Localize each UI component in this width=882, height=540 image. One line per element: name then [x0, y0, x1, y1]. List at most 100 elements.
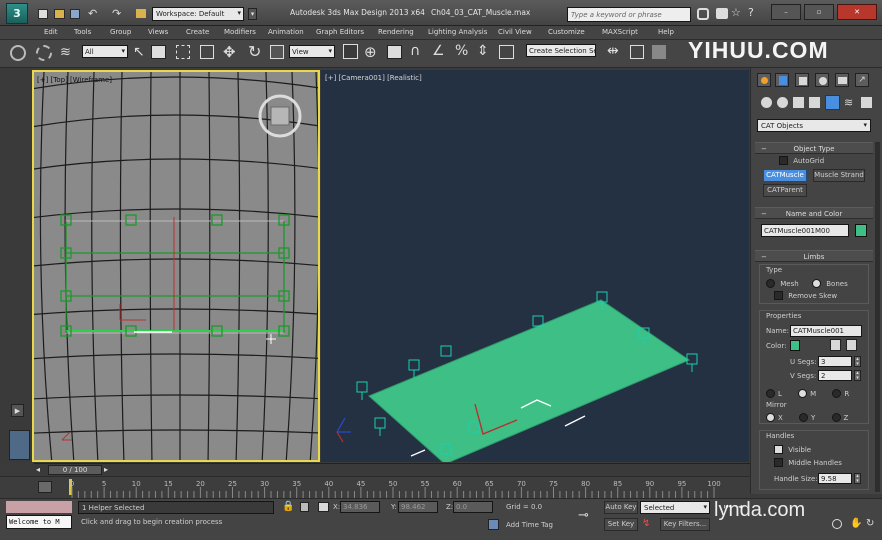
workspace-dropdown[interactable]: Workspace: Default ▾ [152, 7, 244, 21]
limb-name-field[interactable]: CATMuscle001 [790, 325, 862, 337]
project-folder-icon[interactable] [136, 9, 146, 18]
scale-icon[interactable] [270, 45, 284, 59]
set-key-icon[interactable]: ⊸ [578, 508, 589, 523]
previous-frame-icon[interactable]: ◂ [36, 465, 40, 474]
favorites-icon[interactable]: ☆ [731, 6, 741, 19]
bind-space-warp-icon[interactable]: ≋ [60, 45, 71, 60]
snaps-toggle-icon[interactable]: ∩ [410, 43, 420, 59]
camera-viewport[interactable]: [+] [Camera001] [Realistic] [321, 70, 749, 462]
orbit-icon[interactable]: ↻ [866, 518, 874, 529]
spinner-arrows-icon[interactable]: ▴ ▾ [854, 356, 861, 367]
isolate-selection-icon[interactable]: 🔒 [282, 501, 294, 512]
hierarchy-tab-icon[interactable] [795, 73, 809, 87]
remove-skew-checkbox[interactable]: Remove Skew [774, 291, 837, 301]
menu-item-group[interactable]: Group [110, 28, 131, 36]
key-mode-dropdown[interactable]: Selected ▾ [640, 501, 710, 514]
x-coordinate-field[interactable]: 34.836 [340, 501, 380, 513]
object-color-swatch[interactable] [855, 224, 867, 237]
absolute-mode-icon[interactable] [318, 502, 329, 512]
select-by-name-icon[interactable] [151, 45, 166, 59]
mirror-icon[interactable]: ⇹ [607, 43, 619, 59]
mini-curve-editor-icon[interactable] [38, 481, 52, 493]
limbs-rollout-header[interactable]: − Limbs [755, 250, 873, 262]
name-color-rollout-header[interactable]: − Name and Color [755, 207, 873, 219]
menu-item-create[interactable]: Create [186, 28, 209, 36]
motion-tab-icon[interactable] [815, 73, 829, 87]
object-name-field[interactable]: CATMuscle001M00 [761, 224, 849, 237]
reference-coordinate-dropdown[interactable]: View ▾ [289, 45, 335, 58]
display-tab-icon[interactable] [835, 73, 849, 87]
shapes-icon[interactable] [777, 97, 788, 108]
menu-item-edit[interactable]: Edit [44, 28, 58, 36]
geometry-icon[interactable] [761, 97, 772, 108]
time-tag-icon[interactable] [488, 519, 499, 530]
autogrid-checkbox[interactable]: AutoGrid [779, 156, 824, 166]
search-input[interactable]: Type a keyword or phrase [567, 7, 691, 22]
pivot-center-icon[interactable] [343, 44, 358, 59]
key-tangent-icon[interactable]: ↯ [642, 518, 650, 529]
spinner-snap-icon[interactable]: ⇕ [477, 43, 489, 59]
visible-check-box[interactable] [774, 445, 783, 454]
bones-radio[interactable]: Bones [812, 279, 848, 289]
space-warps-icon[interactable]: ≋ [844, 96, 853, 109]
maxscript-listener[interactable]: Welcome to M [6, 515, 72, 529]
menu-item-rendering[interactable]: Rendering [378, 28, 414, 36]
spinner-arrows-icon[interactable]: ▴ ▾ [854, 473, 861, 484]
rectangular-selection-icon[interactable] [176, 45, 190, 59]
top-viewport[interactable]: [+] [Top] [Wireframe] [32, 70, 320, 462]
object-type-rollout-header[interactable]: − Object Type [755, 142, 873, 154]
autogrid-check-box[interactable] [779, 156, 788, 165]
dropdown-arrow-icon[interactable]: ▾ [248, 8, 257, 20]
visible-checkbox[interactable]: Visible [774, 445, 811, 455]
handle-size-spinner[interactable]: 9.58 [818, 473, 852, 484]
menu-item-civil-view[interactable]: Civil View [498, 28, 532, 36]
spinner-arrows-icon[interactable]: ▴ ▾ [854, 370, 861, 381]
redo-icon[interactable]: ↷ [112, 7, 121, 20]
catparent-button[interactable]: CATParent [763, 184, 807, 197]
percent-snap-icon[interactable]: % [455, 43, 468, 59]
menu-item-maxscript[interactable]: MAXScript [602, 28, 638, 36]
mesh-radio-button[interactable] [766, 279, 775, 288]
menu-item-graph-editors[interactable]: Graph Editors [316, 28, 364, 36]
z-radio-button[interactable] [831, 413, 841, 422]
select-link-icon[interactable] [10, 45, 26, 61]
paste-icon[interactable] [846, 339, 857, 351]
angle-snap-icon[interactable]: ∠ [432, 43, 445, 59]
align-icon[interactable] [630, 45, 644, 59]
time-slider[interactable]: 0 / 100 ◂ ▸ [34, 463, 750, 475]
select-object-icon[interactable]: ↖ [133, 44, 145, 60]
edit-named-selection-icon[interactable] [499, 45, 514, 59]
next-frame-icon[interactable]: ▸ [104, 465, 108, 474]
systems-icon[interactable] [861, 97, 872, 108]
pan-icon[interactable]: ✋ [850, 518, 862, 529]
help-icon[interactable]: ? [748, 6, 754, 19]
keyboard-shortcut-override-icon[interactable] [387, 45, 402, 59]
l-radio-button[interactable] [766, 389, 775, 398]
cameras-icon[interactable] [809, 97, 820, 108]
muscle-strand-button[interactable]: Muscle Strand [813, 169, 865, 182]
time-slider-thumb[interactable]: 0 / 100 [48, 465, 102, 475]
z-coordinate-field[interactable]: 0.0 [453, 501, 493, 513]
move-icon[interactable]: ✥ [223, 43, 236, 61]
menu-item-modifiers[interactable]: Modifiers [224, 28, 256, 36]
mesh-radio[interactable]: Mesh [766, 279, 799, 289]
usegs-spinner[interactable]: 3 [818, 356, 852, 367]
selection-filter-dropdown[interactable]: All ▾ [82, 45, 128, 58]
save-file-icon[interactable] [70, 9, 80, 19]
layer-manager-icon[interactable] [652, 45, 666, 59]
catmuscle-button[interactable]: CATMuscle [763, 169, 807, 182]
menu-item-customize[interactable]: Customize [548, 28, 585, 36]
key-filters-button[interactable]: Key Filters... [660, 518, 710, 531]
menu-item-help[interactable]: Help [658, 28, 674, 36]
zoom-icon[interactable] [832, 519, 842, 529]
remove-skew-check-box[interactable] [774, 291, 783, 300]
select-and-manipulate-icon[interactable]: ⊕ [364, 43, 377, 61]
m-radio-button[interactable] [798, 389, 808, 398]
menu-item-tools[interactable]: Tools [74, 28, 91, 36]
maximize-icon[interactable]: ▫ [804, 4, 834, 20]
helpers-icon[interactable] [825, 95, 840, 110]
unlink-icon[interactable] [36, 45, 52, 61]
play-icon[interactable]: ▶ [11, 404, 24, 417]
add-time-tag[interactable]: Add Time Tag [506, 521, 553, 529]
bones-radio-button[interactable] [812, 279, 821, 288]
